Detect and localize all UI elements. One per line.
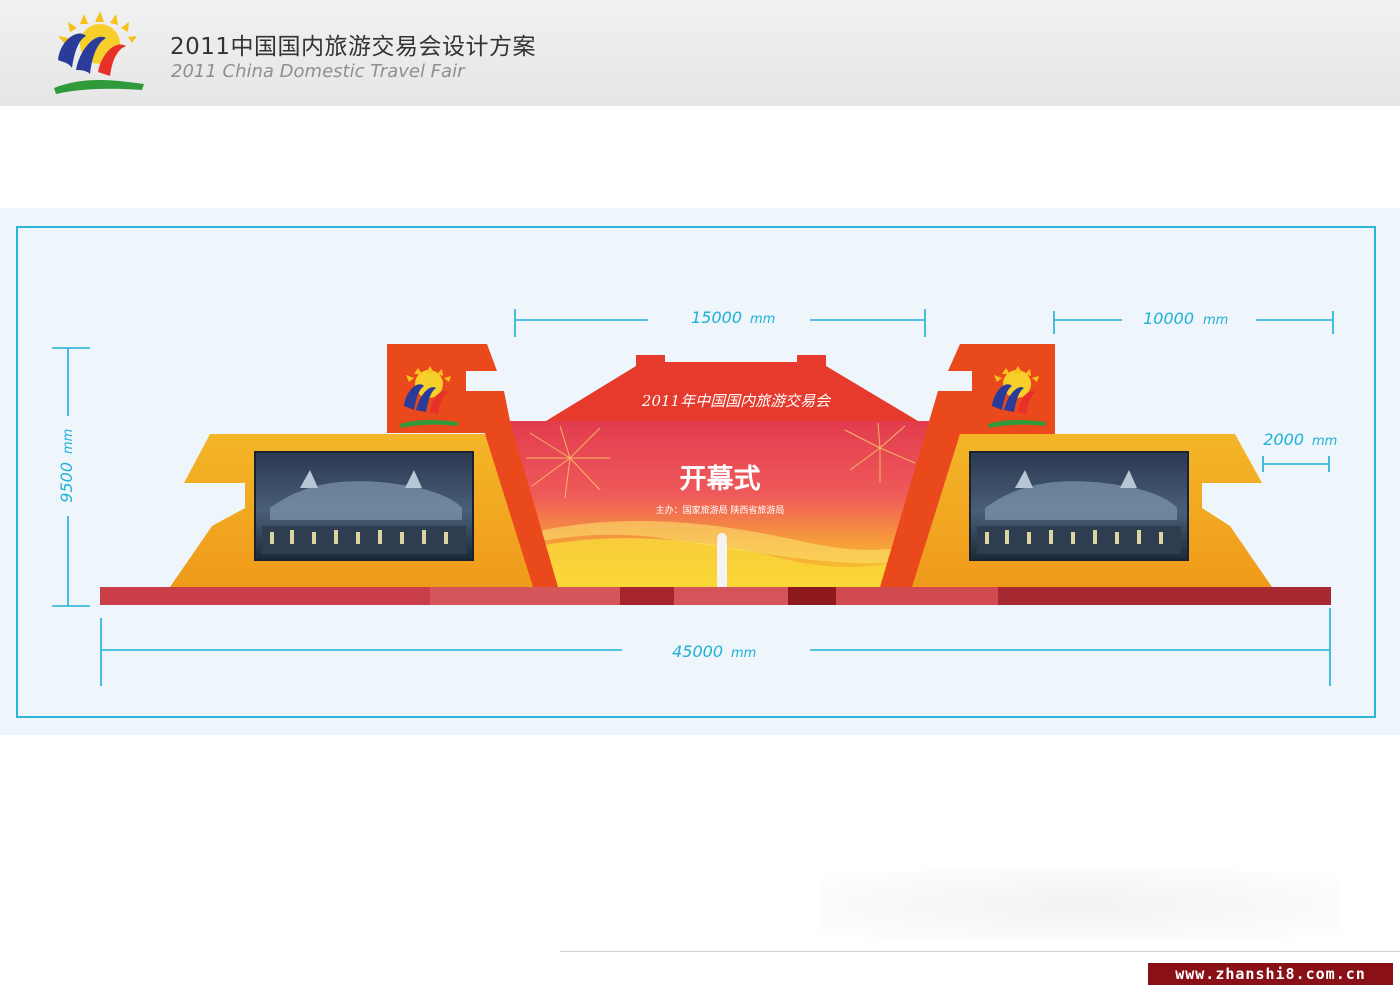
- dimension-side-step: [1262, 456, 1330, 472]
- speaker-podium: [717, 541, 727, 587]
- fair-logo-icon: [54, 11, 144, 94]
- page-title: 2011中国国内旅游交易会设计方案: [170, 34, 537, 60]
- banner-title: 2011年中国国内旅游交易会: [641, 392, 832, 410]
- right-led-screen: [969, 451, 1189, 561]
- dimension-right-unit: mm: [1203, 313, 1228, 328]
- left-led-screen: [254, 451, 474, 561]
- decorative-shadow: [820, 870, 1340, 940]
- dimension-step-unit: mm: [1312, 434, 1337, 449]
- dimension-right-value: 10000: [1143, 309, 1194, 328]
- dimension-total-unit: mm: [731, 646, 756, 661]
- dimension-height-value: 9500: [57, 462, 76, 503]
- dimension-step-value: 2000: [1263, 430, 1304, 449]
- header-bar: 2011中国国内旅游交易会设计方案 2011 China Domestic Tr…: [0, 0, 1400, 106]
- page-subtitle: 2011 China Domestic Travel Fair: [171, 61, 465, 82]
- organizers-line: 主办：国家旅游局 陕西省旅游局: [656, 504, 785, 516]
- ceremony-title: 开幕式: [680, 464, 761, 495]
- stage-platform: [100, 587, 1331, 605]
- speaker-head: [717, 533, 727, 543]
- dimension-center-value: 15000: [691, 308, 742, 327]
- dimension-height-unit: mm: [61, 429, 76, 454]
- banner-roof: [546, 355, 918, 421]
- drawing-panel: 2011年中国国内旅游交易会 开幕式 主办：国家旅游局 陕西省旅游局 15000…: [0, 208, 1400, 735]
- stage-elevation-drawing: 2011年中国国内旅游交易会 开幕式 主办：国家旅游局 陕西省旅游局 15000…: [16, 226, 1376, 718]
- watermark-badge: www.zhanshi8.com.cn: [1148, 963, 1393, 985]
- dimension-total-value: 45000: [672, 642, 723, 661]
- dimension-center-unit: mm: [750, 312, 775, 327]
- footer-divider: [560, 951, 1400, 952]
